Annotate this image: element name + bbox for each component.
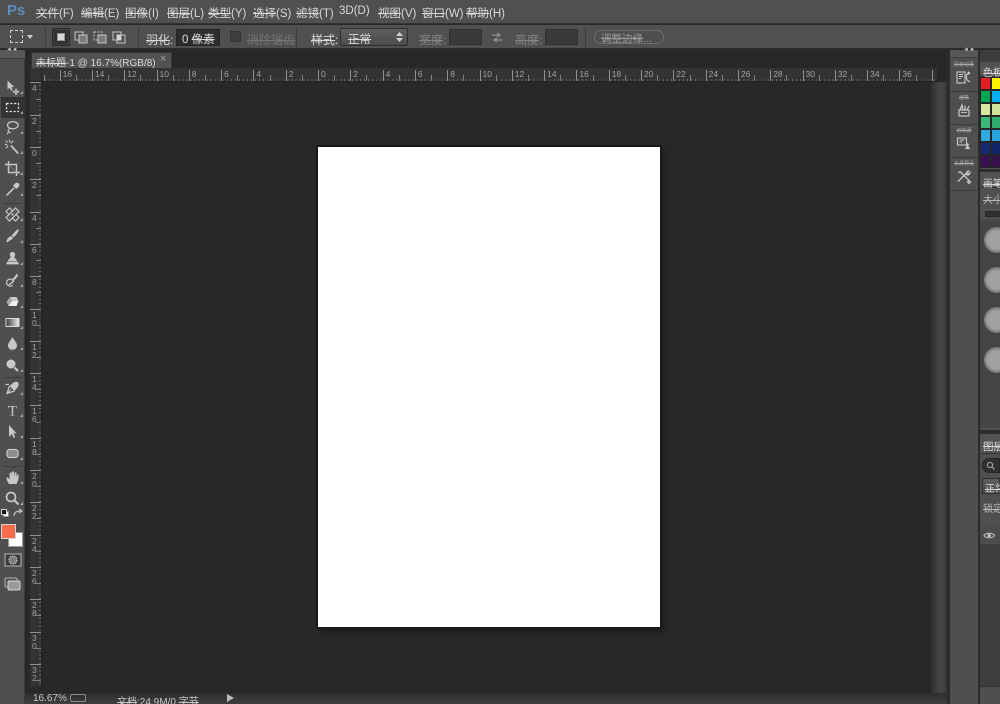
svg-text:T: T bbox=[8, 404, 17, 420]
